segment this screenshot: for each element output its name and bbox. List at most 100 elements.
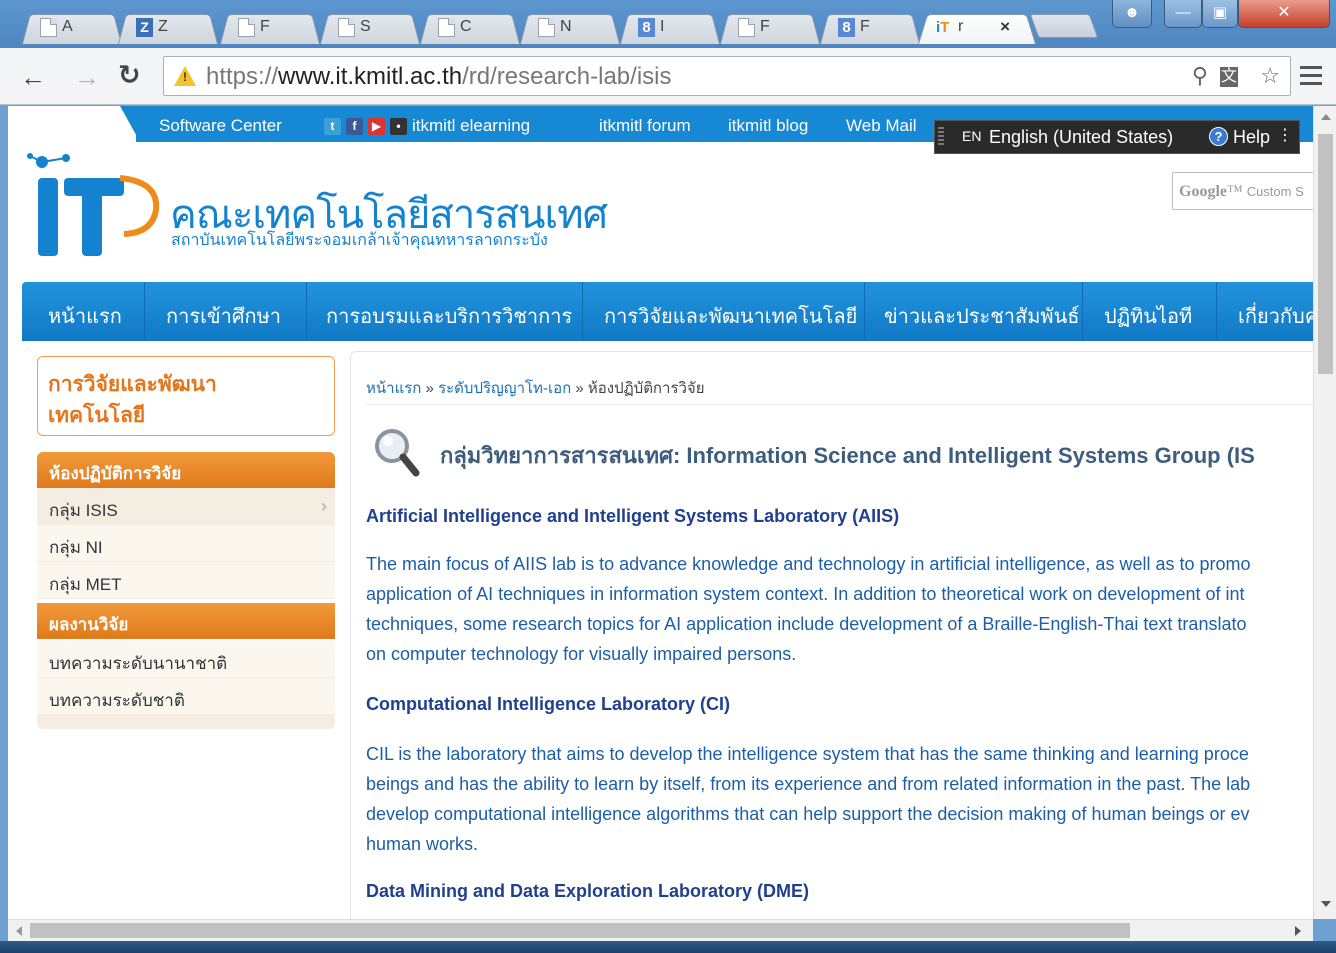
elearning-link[interactable]: itkmitl elearning [412, 116, 530, 136]
address-bar[interactable]: https://www.it.kmitl.ac.th/rd/research-l… [163, 56, 1291, 96]
tab-label: I [660, 18, 665, 35]
scroll-up-icon[interactable] [1321, 114, 1331, 120]
nav-training[interactable]: การอบรมและบริการวิชาการ [326, 300, 572, 332]
minimize-button[interactable]: — [1164, 0, 1202, 28]
webmail-link[interactable]: Web Mail [846, 116, 917, 136]
sidebar-item-national-papers[interactable]: บทความระดับชาติ [37, 678, 335, 715]
zoom-icon[interactable]: ⚲ [1192, 63, 1208, 89]
sidebar-heading: ห้องปฏิบัติการวิจัย [37, 452, 335, 488]
tab[interactable]: Z Z [118, 8, 218, 44]
breadcrumb-current: ห้องปฏิบัติการวิจัย [587, 380, 705, 397]
sidebar-item-intl-papers[interactable]: บทความระดับนานาชาติ [37, 641, 335, 678]
search-placeholder: Custom S [1246, 184, 1304, 199]
tab-label: C [460, 18, 472, 35]
tab-active[interactable]: iT r × [918, 8, 1036, 44]
scroll-thumb[interactable] [30, 923, 1130, 938]
new-tab-button[interactable] [1029, 14, 1099, 38]
taskbar [0, 941, 1336, 953]
user-icon[interactable]: ☻ [1112, 0, 1152, 28]
tab[interactable]: 8 I [620, 8, 720, 44]
magnifier-icon [375, 429, 420, 477]
drag-handle[interactable] [938, 127, 944, 147]
doc-icon [438, 18, 455, 37]
tab-label: F [760, 18, 770, 35]
lab-heading-aiis: Artificial Intelligence and Intelligent … [366, 506, 900, 526]
help-icon[interactable]: ? [1209, 127, 1228, 146]
tab[interactable]: C [420, 8, 520, 44]
lab-description-ci: CIL is the laboratory that aims to devel… [366, 744, 1251, 854]
blog-link[interactable]: itkmitl blog [728, 116, 808, 136]
tab-strip: A Z Z F S C N 8 I F 8 F iT r × ☻ — ▣ ✕ [0, 0, 1336, 48]
main-nav: หน้าแรก การเข้าศึกษา การอบรมและบริการวิช… [22, 282, 1313, 341]
breadcrumb-home[interactable]: หน้าแรก [366, 380, 421, 397]
horizontal-scrollbar[interactable] [8, 919, 1313, 941]
tab-label: Z [158, 18, 168, 35]
more-options-icon[interactable]: ⋮ [1277, 125, 1293, 145]
tab[interactable]: F [720, 8, 820, 44]
breadcrumb: หน้าแรก » ระดับปริญญาโท-เอก » ห้องปฏิบัต… [366, 380, 705, 397]
forward-button[interactable]: → [74, 62, 100, 93]
chevron-right-icon: › [321, 496, 327, 516]
browser-window: A Z Z F S C N 8 I F 8 F iT r × ☻ — ▣ ✕ ←… [0, 0, 1336, 953]
nav-admission[interactable]: การเข้าศึกษา [166, 300, 281, 332]
tab-label: S [360, 18, 371, 35]
reload-button[interactable]: ↻ [118, 60, 141, 91]
forum-link[interactable]: itkmitl forum [599, 116, 691, 136]
tab[interactable]: F [220, 8, 320, 44]
doc-icon [238, 18, 255, 37]
scroll-left-icon[interactable] [16, 926, 22, 936]
google-search-input[interactable]: Google™ Custom S [1172, 172, 1313, 210]
youtube-icon[interactable]: ▶ [368, 118, 385, 135]
url-text[interactable]: https://www.it.kmitl.ac.th/rd/research-l… [206, 63, 671, 91]
tab-label: r [958, 18, 964, 35]
nav-news[interactable]: ข่าวและประชาสัมพันธ์ [884, 300, 1079, 332]
help-button[interactable]: Help [1233, 127, 1270, 148]
google-plus-icon: 8 [838, 18, 855, 37]
warning-lock-icon[interactable] [174, 66, 196, 86]
scroll-down-icon[interactable] [1321, 901, 1331, 907]
tab-label: F [860, 18, 870, 35]
itkmitl-icon: iT [936, 19, 950, 36]
nav-about[interactable]: เกี่ยวกับค [1238, 300, 1313, 332]
sidebar-item-ni[interactable]: กลุ่ม NI [37, 525, 335, 562]
scroll-thumb[interactable] [1318, 134, 1333, 374]
software-center-link[interactable]: Software Center [159, 116, 282, 136]
back-button[interactable]: ← [20, 62, 46, 93]
scroll-right-icon[interactable] [1295, 926, 1301, 936]
language-selector[interactable]: English (United States) [989, 127, 1173, 148]
tab-label: A [62, 18, 73, 35]
page-viewport: Software Center t f ▶ • itkmitl elearnin… [8, 106, 1313, 919]
language-code[interactable]: EN [962, 128, 981, 144]
vertical-scrollbar[interactable] [1313, 106, 1336, 919]
doc-icon [738, 18, 755, 37]
page-title: กลุ่มวิทยาการสารสนเทศ: Information Scien… [440, 443, 1255, 468]
it-logo[interactable] [24, 148, 164, 263]
bookmark-star-icon[interactable]: ☆ [1260, 63, 1280, 89]
nav-calendar[interactable]: ปฏิทินไอที [1104, 300, 1192, 332]
zotero-icon: Z [136, 18, 153, 37]
nav-home[interactable]: หน้าแรก [48, 300, 122, 332]
maximize-button[interactable]: ▣ [1202, 0, 1238, 28]
sidebar-title-box: การวิจัยและพัฒนา เทคโนโลยี [37, 356, 335, 436]
sidebar-item-isis[interactable]: กลุ่ม ISIS › [37, 488, 335, 525]
tab-label: F [260, 18, 270, 35]
sidebar-item-met[interactable]: กลุ่ม MET [37, 562, 335, 599]
menu-icon[interactable] [1300, 66, 1322, 90]
twitter-icon[interactable]: t [324, 118, 341, 135]
lab-description-aiis: The main focus of AIIS lab is to advance… [366, 554, 1251, 664]
doc-icon [538, 18, 555, 37]
google-brand: Google [1179, 183, 1227, 200]
tab[interactable]: A [22, 8, 122, 44]
close-window-button[interactable]: ✕ [1238, 0, 1330, 28]
tab[interactable]: 8 F [820, 8, 920, 44]
breadcrumb-level[interactable]: ระดับปริญญาโท-เอก [438, 380, 571, 397]
tab[interactable]: N [520, 8, 620, 44]
nav-research[interactable]: การวิจัยและพัฒนาเทคโนโลยี [604, 300, 857, 332]
sidebar-heading: ผลงานวิจัย [37, 603, 335, 639]
tab[interactable]: S [320, 8, 420, 44]
translate-icon[interactable]: 文 [1220, 67, 1238, 87]
facebook-icon[interactable]: f [346, 118, 363, 135]
close-tab-icon[interactable]: × [1000, 17, 1010, 37]
flickr-icon[interactable]: • [390, 118, 407, 135]
browser-toolbar: ← → ↻ https://www.it.kmitl.ac.th/rd/rese… [0, 48, 1336, 105]
